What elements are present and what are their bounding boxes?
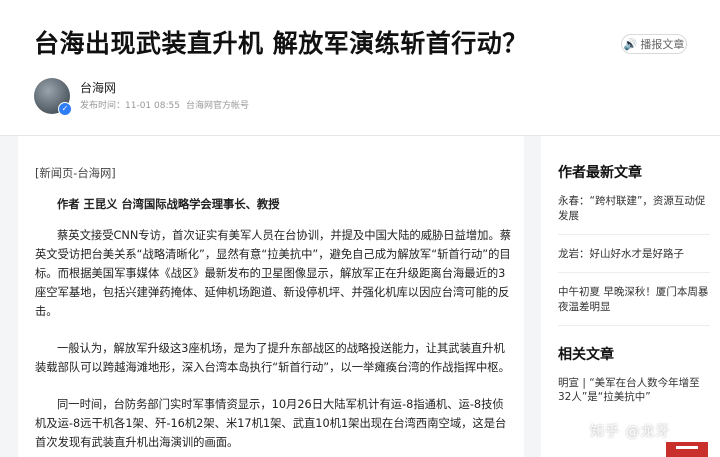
listen-article-label: 播报文章 xyxy=(640,38,685,51)
latest-articles-heading: 作者最新文章 xyxy=(558,165,642,181)
article-paragraph: 同一时间，台防务部门实时军事情资显示，10月26日大陆军机计有运-8指通机、运-… xyxy=(35,398,507,449)
related-article-thumbnail[interactable] xyxy=(666,442,708,457)
watermark: 知乎 @龙牙 xyxy=(590,424,671,440)
speaker-icon: 🔊 xyxy=(623,37,638,51)
sidebar: 作者最新文章 永春：“跨村联建”，资源互动促发展 龙岩：好山好水才是好路子 中午… xyxy=(541,136,720,457)
listen-article-button[interactable]: 🔊 播报文章 xyxy=(621,34,687,54)
latest-article-link[interactable]: 龙岩：好山好水才是好路子 xyxy=(558,247,710,273)
article-byline: 作者 王昆义 台湾国际战略学会理事长、教授 xyxy=(57,198,280,211)
article-paragraph: 一般认为，解放军升级这3座机场，是为了提升东部战区的战略投送能力，让其武装直升机… xyxy=(35,342,510,374)
related-articles-heading: 相关文章 xyxy=(558,347,614,363)
related-article-link[interactable]: 明宣 | “美军在台人数今年增至32人”是“拉美抗中” xyxy=(558,376,710,404)
article-header: 台海出现武装直升机 解放军演练斩首行动？ 🔊 播报文章 ✓ 台海网 发布时间：1… xyxy=(0,0,720,136)
author-name[interactable]: 台海网 xyxy=(80,79,116,96)
publish-time: 发布时间：11-01 08:55 xyxy=(80,101,180,111)
latest-article-link[interactable]: 永春：“跨村联建”，资源互动促发展 xyxy=(558,194,710,235)
article-paragraph: 蔡英文接受CNN专访，首次证实有美军人员在台协训，并提及中国大陆的威胁日益增加。… xyxy=(35,229,512,318)
author-account-type: 台海网官方帐号 xyxy=(185,101,249,111)
article-meta: 发布时间：11-01 08:55 台海网官方帐号 xyxy=(80,98,249,111)
latest-article-link[interactable]: 中午初夏 早晚深秋！厦门本周暴夜温差明显 xyxy=(558,285,710,326)
article-title: 台海出现武装直升机 解放军演练斩首行动？ xyxy=(34,29,528,58)
article-source: [新闻页-台海网] xyxy=(35,167,116,180)
verified-icon: ✓ xyxy=(58,102,72,116)
article-body: [新闻页-台海网] 作者 王昆义 台湾国际战略学会理事长、教授 蔡英文接受CNN… xyxy=(18,136,524,457)
